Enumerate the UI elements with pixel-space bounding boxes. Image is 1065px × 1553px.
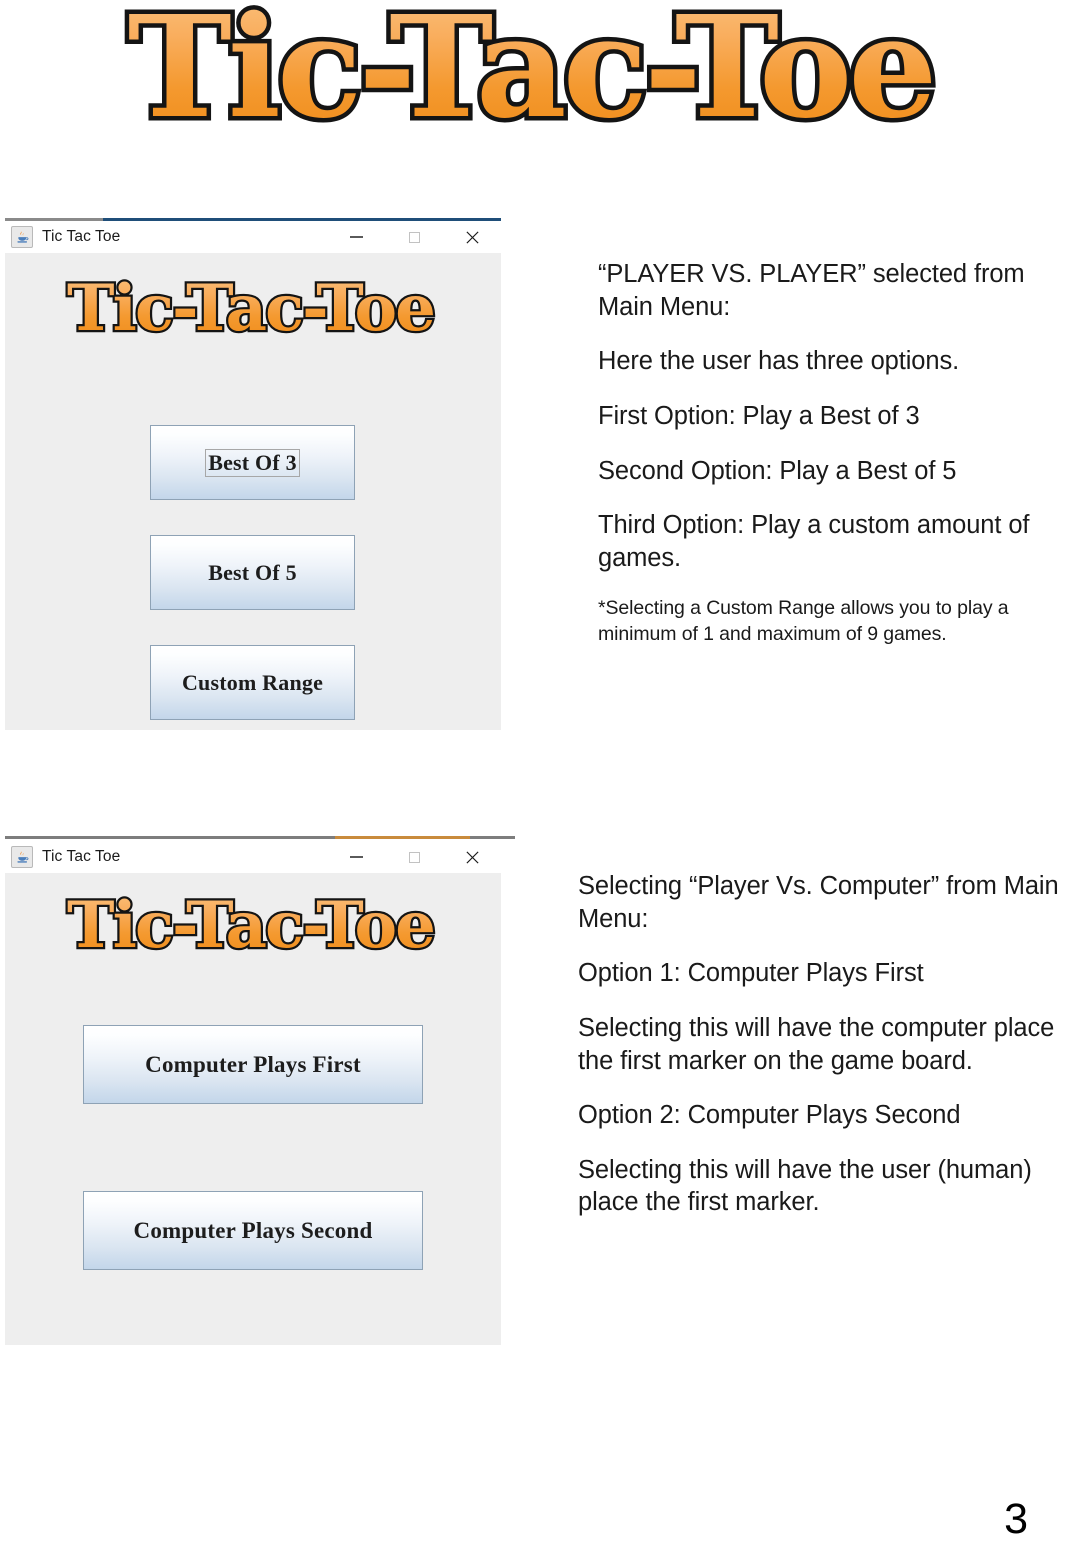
note-pvc-option-1-detail: Selecting this will have the computer pl… [578,1013,1055,1075]
window-logo-text: Tic-Tac-Toe [67,893,434,963]
best-of-5-button-label: Best Of 5 [208,559,297,585]
cut-strip-orange [335,836,470,839]
window-logo: Tic-Tac-Toe [13,276,488,348]
maximize-button[interactable] [385,841,443,873]
cut-strip-grey-right [470,836,515,839]
note-pvp-intro: Here the user has three options. [598,347,960,376]
maximize-button[interactable] [385,221,443,253]
window-title: Tic Tac Toe [42,848,121,865]
window-controls [327,221,501,253]
java-coffee-cup-icon [11,846,33,868]
window-controls [327,841,501,873]
note-pvc-option-2-detail: Selecting this will have the user (human… [578,1155,1032,1217]
window-logo-graphic: Tic-Tac-Toe [65,893,438,965]
close-icon [465,850,479,864]
tic-tac-toe-window-player-vs-player[interactable]: Tic Tac Toe Tic-Tac-Toe Best Of 3 Best O… [5,218,501,730]
note-pvp-option-1: First Option: Play a Best of 3 [598,401,920,430]
computer-plays-first-button[interactable]: Computer Plays First [83,1025,423,1104]
computer-plays-second-button[interactable]: Computer Plays Second [83,1191,423,1270]
note-pvc-heading: Selecting “Player Vs. Computer” from Mai… [578,872,1059,933]
window-titlebar[interactable]: Tic Tac Toe [5,841,501,873]
cut-off-logo-strip [5,836,515,839]
note-pvp-heading: “PLAYER VS. PLAYER” selected from Main M… [598,260,1025,321]
page-header-logo: Tic-Tac-Toe [8,4,1053,154]
cut-strip-grey-left [5,836,335,839]
note-pvp-footnote: *Selecting a Custom Range allows you to … [598,597,1009,645]
page-number: 3 [1004,1495,1028,1543]
window-logo-text: Tic-Tac-Toe [67,276,434,346]
custom-range-button-label: Custom Range [181,669,324,695]
maximize-icon [408,231,420,243]
note-pvc-option-1: Option 1: Computer Plays First [578,959,924,988]
note-pvp-option-3: Third Option: Play a custom amount of ga… [598,511,1030,572]
tic-tac-toe-window-player-vs-computer[interactable]: Tic Tac Toe Tic-Tac-Toe Computer Plays F… [5,841,501,1345]
custom-range-button[interactable]: Custom Range [150,645,355,720]
computer-plays-second-button-label: Computer Plays Second [133,1217,373,1243]
window-logo: Tic-Tac-Toe [13,893,488,965]
window-title: Tic Tac Toe [42,228,121,245]
best-of-3-button[interactable]: Best Of 3 [150,425,355,500]
close-button[interactable] [443,221,501,253]
maximize-icon [408,851,420,863]
window-logo-graphic: Tic-Tac-Toe [65,276,438,348]
window-client-area: Tic-Tac-Toe Best Of 3 Best Of 5 Custom R… [5,253,501,730]
minimize-button[interactable] [327,221,385,253]
logo-text: Tic-Tac-Toe [128,4,934,150]
note-player-vs-computer: Selecting “Player Vs. Computer” from Mai… [578,870,1065,1219]
note-pvc-option-2: Option 2: Computer Plays Second [578,1101,961,1130]
computer-plays-first-button-label: Computer Plays First [145,1051,361,1077]
close-button[interactable] [443,841,501,873]
note-pvp-option-2: Second Option: Play a Best of 5 [598,456,957,485]
tic-tac-toe-logo-graphic: Tic-Tac-Toe [123,4,942,154]
minimize-icon [349,856,363,858]
close-icon [465,230,479,244]
java-coffee-cup-icon [11,226,33,248]
best-of-3-button-label: Best Of 3 [205,448,300,477]
minimize-button[interactable] [327,841,385,873]
best-of-5-button[interactable]: Best Of 5 [150,535,355,610]
minimize-icon [349,236,363,238]
window-client-area: Tic-Tac-Toe Computer Plays First Compute… [5,873,501,1345]
window-titlebar[interactable]: Tic Tac Toe [5,221,501,253]
note-player-vs-player: “PLAYER VS. PLAYER” selected from Main M… [598,258,1063,647]
